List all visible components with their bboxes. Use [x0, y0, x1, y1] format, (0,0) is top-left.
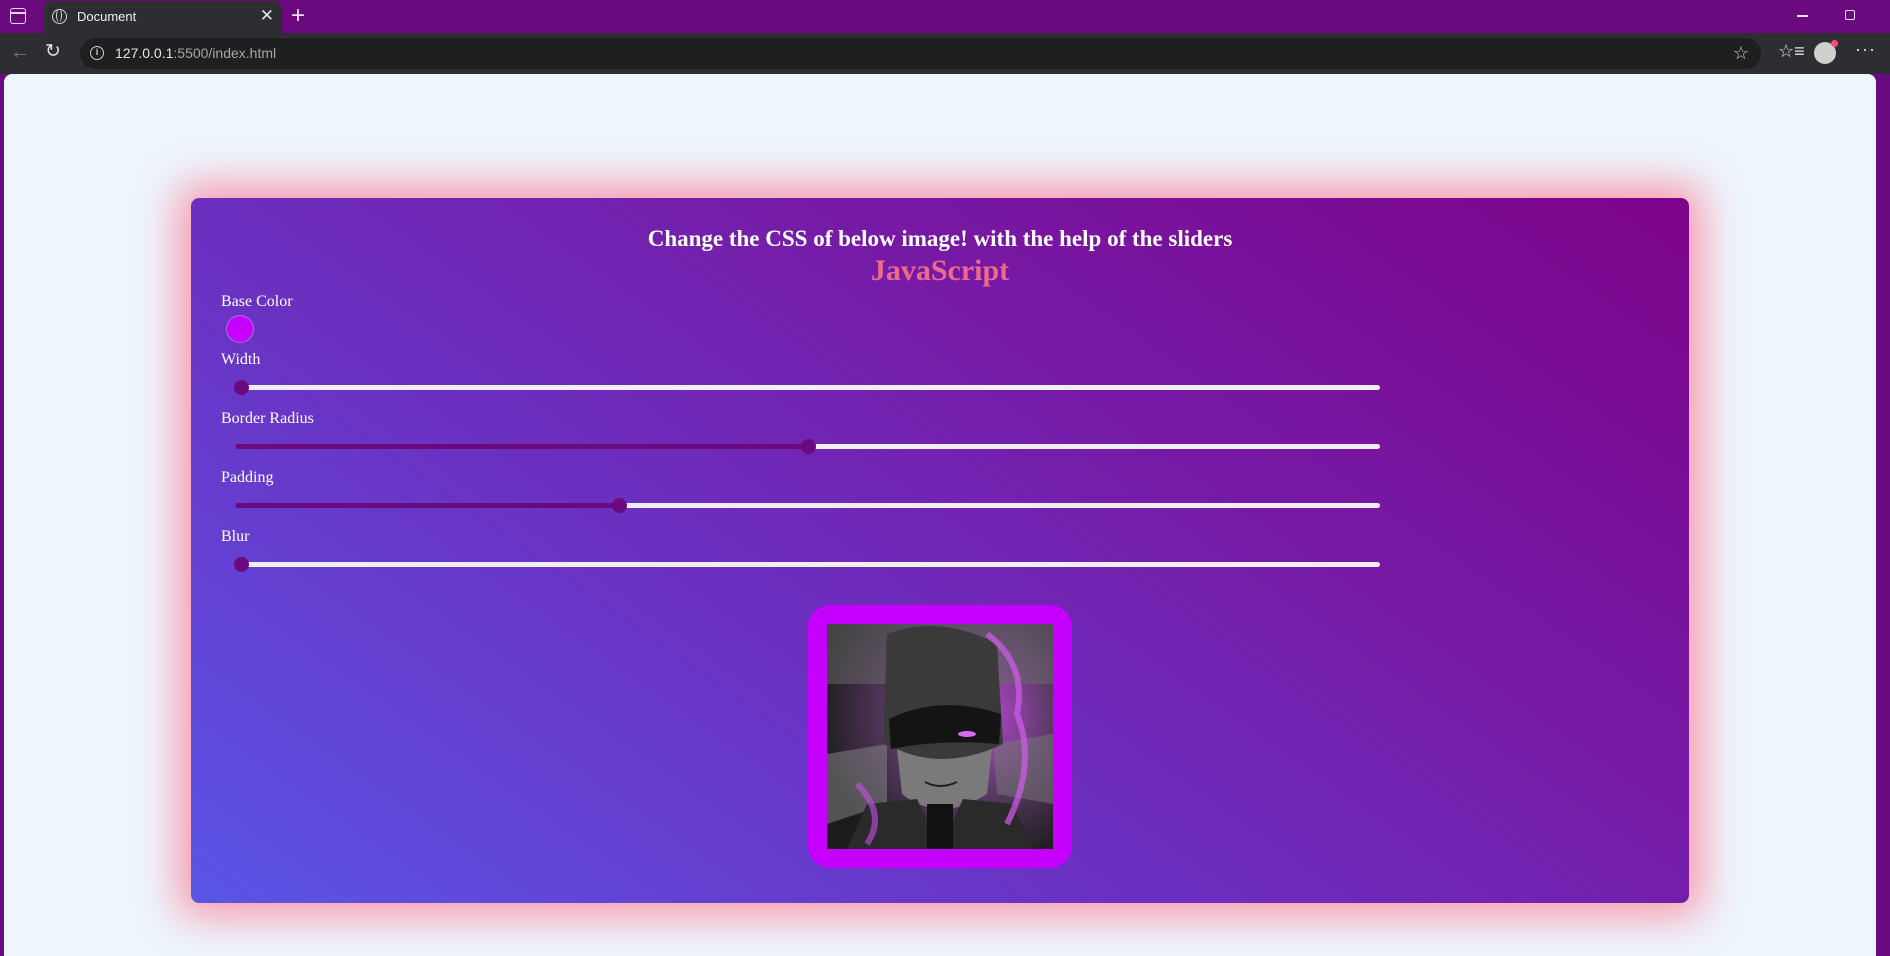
profile-icon[interactable] — [1814, 40, 1838, 64]
width-label: Width — [221, 351, 261, 368]
width-slider[interactable] — [233, 380, 1380, 395]
globe-icon — [52, 9, 67, 24]
border-radius-slider-fill — [235, 444, 808, 449]
controls-card: Change the CSS of below image! with the … — [191, 198, 1689, 903]
close-icon[interactable]: ✕ — [260, 6, 274, 26]
base-color-label: Base Color — [221, 293, 293, 310]
more-icon[interactable]: ··· — [1855, 39, 1876, 60]
address-bar: ← ↻ i 127.0.0.1:5500/index.html ☆ — [0, 33, 1890, 74]
width-slider-thumb[interactable] — [233, 380, 249, 395]
padding-slider-fill — [235, 503, 619, 508]
border-radius-slider-thumb[interactable] — [800, 439, 816, 454]
blur-slider[interactable] — [233, 557, 1380, 572]
back-icon[interactable]: ← — [10, 41, 30, 63]
base-color-picker[interactable] — [227, 316, 253, 342]
padding-label: Padding — [221, 469, 274, 486]
image-frame — [808, 605, 1072, 868]
page-subtitle: JavaScript — [870, 254, 1010, 287]
page-title: Change the CSS of below image! with the … — [647, 226, 1233, 251]
tab-title: Document — [77, 9, 137, 24]
tab-actions-icon[interactable] — [10, 8, 26, 24]
page-viewport: Change the CSS of below image! with the … — [4, 74, 1876, 956]
star-icon[interactable]: ☆ — [1733, 42, 1749, 64]
url-text: 127.0.0.1:5500/index.html — [115, 45, 276, 61]
maximize-icon[interactable] — [1845, 10, 1855, 20]
new-tab-icon[interactable]: + — [291, 2, 305, 30]
favorites-icon[interactable]: ☆≡ — [1778, 41, 1805, 62]
url-path: :5500/index.html — [173, 45, 277, 61]
tab-bar: Document ✕ + — [0, 0, 1890, 33]
border-radius-label: Border Radius — [221, 410, 314, 427]
minimize-icon[interactable] — [1797, 15, 1808, 17]
info-icon[interactable]: i — [90, 46, 104, 60]
padding-slider[interactable] — [235, 498, 1380, 513]
url-field[interactable]: i 127.0.0.1:5500/index.html ☆ — [80, 38, 1761, 69]
border-radius-slider[interactable] — [235, 439, 1380, 454]
blur-label: Blur — [221, 528, 250, 545]
padding-slider-thumb[interactable] — [611, 498, 627, 513]
blur-slider-thumb[interactable] — [233, 557, 249, 572]
portrait-image — [827, 624, 1053, 849]
reload-icon[interactable]: ↻ — [45, 41, 61, 63]
tab-document[interactable]: Document ✕ — [44, 1, 282, 33]
url-host: 127.0.0.1 — [115, 45, 174, 61]
